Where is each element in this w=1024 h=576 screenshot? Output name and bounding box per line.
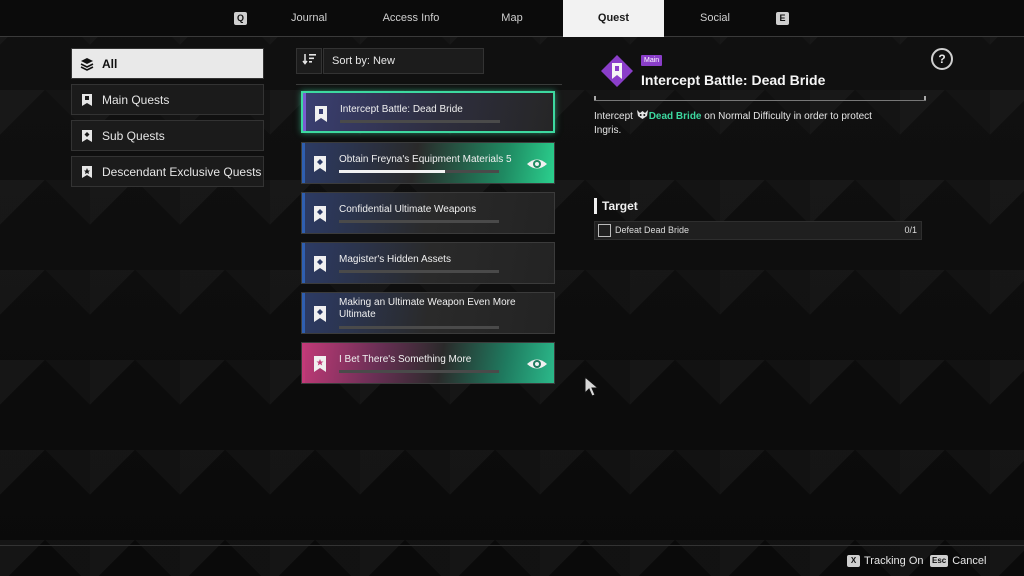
quest-type-stripe bbox=[303, 93, 306, 131]
key-hint-e: E bbox=[776, 12, 789, 25]
top-navigation: Q Journal Access Info Map Quest Social E bbox=[0, 0, 1024, 37]
boss-skull-icon bbox=[636, 110, 648, 119]
quest-name: Confidential Ultimate Weapons bbox=[339, 204, 477, 215]
cancel-label: Cancel bbox=[952, 555, 987, 567]
sort-order-button[interactable] bbox=[296, 48, 322, 74]
quest-type-stripe bbox=[302, 143, 305, 183]
bookmark-diamond-icon bbox=[80, 129, 94, 143]
target-checkbox bbox=[598, 224, 611, 237]
quest-progress-bar bbox=[339, 370, 499, 373]
quest-card-main[interactable]: Intercept Battle: Dead Bride bbox=[301, 91, 555, 133]
sort-icon bbox=[302, 52, 316, 70]
quest-title: Intercept Battle: Dead Bride bbox=[641, 72, 826, 88]
quest-card-confidential[interactable]: Confidential Ultimate Weapons bbox=[301, 192, 555, 234]
tab-journal[interactable]: Journal bbox=[270, 0, 348, 37]
quest-type-stripe bbox=[302, 243, 305, 283]
quest-progress-bar bbox=[340, 120, 500, 123]
filter-main-quests[interactable]: Main Quests bbox=[71, 84, 264, 115]
quest-name: Obtain Freyna's Equipment Materials 5 bbox=[339, 154, 512, 165]
help-button[interactable]: ? bbox=[931, 48, 953, 70]
descendant-quest-icon bbox=[314, 356, 326, 372]
description-text: Intercept bbox=[594, 111, 636, 122]
divider bbox=[0, 545, 1024, 546]
quest-type-stripe bbox=[302, 293, 305, 333]
target-name: Defeat Dead Bride bbox=[615, 225, 690, 235]
sub-quest-icon bbox=[314, 156, 326, 172]
main-quest-diamond-icon bbox=[601, 55, 633, 87]
sub-quest-icon bbox=[314, 256, 326, 272]
boss-name: Dead Bride bbox=[648, 111, 702, 122]
cancel-hint[interactable]: Esc Cancel bbox=[930, 554, 986, 568]
tracking-toggle-hint[interactable]: X Tracking On bbox=[847, 554, 924, 568]
quest-name: Magister's Hidden Assets bbox=[339, 254, 451, 265]
quest-name: Intercept Battle: Dead Bride bbox=[340, 104, 463, 115]
quest-description: Intercept Dead Bride on Normal Difficult… bbox=[594, 109, 894, 138]
quest-progress-bar bbox=[339, 270, 499, 273]
quest-card-magister[interactable]: Magister's Hidden Assets bbox=[301, 242, 555, 284]
main-quest-icon bbox=[315, 106, 327, 122]
quest-name: Making an Ultimate Weapon Even More Ulti… bbox=[339, 297, 516, 320]
bookmark-star-icon bbox=[80, 165, 94, 179]
bookmark-icon bbox=[80, 93, 94, 107]
quest-card-something-more[interactable]: I Bet There's Something More bbox=[301, 342, 555, 384]
quest-name: I Bet There's Something More bbox=[339, 354, 472, 365]
key-hint-esc: Esc bbox=[930, 555, 949, 567]
sub-quest-icon bbox=[314, 306, 326, 322]
layers-icon bbox=[80, 57, 94, 71]
cursor-arrow-icon bbox=[584, 376, 600, 397]
tab-access-info[interactable]: Access Info bbox=[366, 0, 456, 37]
filter-sub-quests[interactable]: Sub Quests bbox=[71, 120, 264, 151]
sub-quest-icon bbox=[314, 206, 326, 222]
tab-quest[interactable]: Quest bbox=[563, 0, 664, 37]
divider bbox=[296, 84, 562, 85]
filter-main-quests-label: Main Quests bbox=[102, 92, 170, 107]
target-heading: Target bbox=[594, 198, 638, 214]
filter-sub-quests-label: Sub Quests bbox=[102, 128, 165, 143]
key-hint-q: Q bbox=[234, 12, 247, 25]
tab-map[interactable]: Map bbox=[472, 0, 552, 37]
sort-dropdown[interactable]: Sort by: New bbox=[323, 48, 484, 74]
filter-all[interactable]: All bbox=[71, 48, 264, 79]
quest-progress-bar bbox=[339, 326, 499, 329]
tracking-eye-icon[interactable] bbox=[526, 355, 548, 373]
tracking-label: Tracking On bbox=[864, 555, 924, 567]
divider bbox=[594, 100, 926, 101]
quest-progress-bar bbox=[339, 220, 499, 223]
quest-type-tag: Main bbox=[641, 55, 663, 66]
tab-social[interactable]: Social bbox=[680, 0, 750, 37]
quest-type-stripe bbox=[302, 343, 305, 383]
key-hint-x: X bbox=[847, 555, 860, 567]
filter-descendant-exclusive[interactable]: Descendant Exclusive Quests bbox=[71, 156, 264, 187]
quest-card-freyna[interactable]: Obtain Freyna's Equipment Materials 5 bbox=[301, 142, 555, 184]
quest-progress-bar bbox=[339, 170, 499, 173]
tracking-eye-icon[interactable] bbox=[526, 155, 548, 173]
filter-all-label: All bbox=[102, 56, 118, 71]
quest-card-ultimate-weapon[interactable]: Making an Ultimate Weapon Even More Ulti… bbox=[301, 292, 555, 334]
target-row: Defeat Dead Bride 0/1 bbox=[594, 221, 922, 240]
target-count: 0/1 bbox=[904, 225, 917, 235]
filter-descendant-exclusive-label: Descendant Exclusive Quests bbox=[102, 164, 262, 179]
quest-type-stripe bbox=[302, 193, 305, 233]
